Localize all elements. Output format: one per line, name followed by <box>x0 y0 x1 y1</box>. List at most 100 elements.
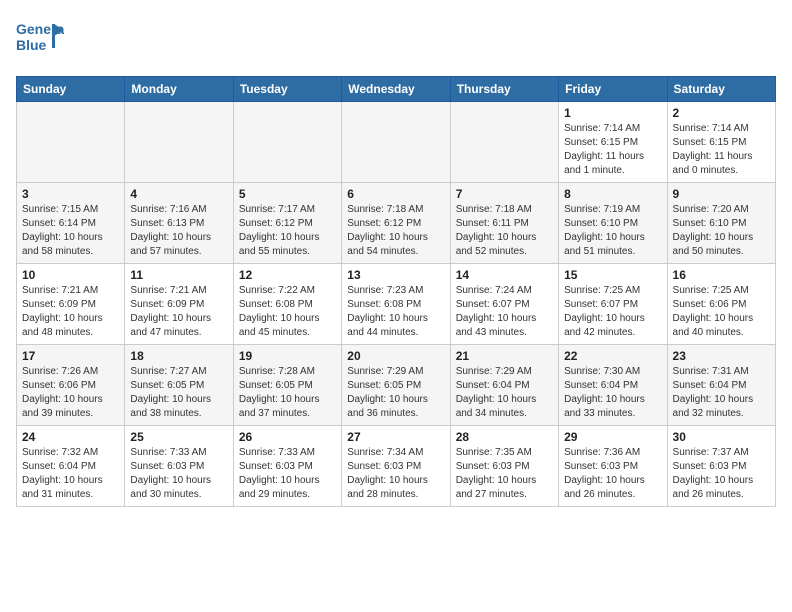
day-number: 6 <box>347 187 444 201</box>
day-info: Sunrise: 7:36 AM Sunset: 6:03 PM Dayligh… <box>564 446 661 502</box>
calendar-cell: 22 Sunrise: 7:30 AM Sunset: 6:04 PM Dayli… <box>559 345 667 426</box>
calendar-week-row: 3Sunrise: 7:15 AM Sunset: 6:14 PM Daylig… <box>17 183 776 264</box>
calendar-cell <box>450 102 558 183</box>
day-number: 12 <box>239 268 336 282</box>
weekday-header-saturday: Saturday <box>667 77 775 102</box>
calendar-cell: 2 Sunrise: 7:14 AM Sunset: 6:15 PM Daylig… <box>667 102 775 183</box>
calendar-cell: 21Sunrise: 7:29 AM Sunset: 6:04 PM Dayli… <box>450 345 558 426</box>
day-info: Sunrise: 7:22 AM Sunset: 6:08 PM Dayligh… <box>239 284 336 340</box>
day-info: Sunrise: 7:14 AM Sunset: 6:15 PM Dayligh… <box>564 122 661 178</box>
calendar-cell: 25 Sunrise: 7:33 AM Sunset: 6:03 PM Dayli… <box>125 426 233 507</box>
weekday-header-sunday: Sunday <box>17 77 125 102</box>
day-number: 25 <box>130 430 227 444</box>
calendar-cell: 10Sunrise: 7:21 AM Sunset: 6:09 PM Dayli… <box>17 264 125 345</box>
weekday-header-tuesday: Tuesday <box>233 77 341 102</box>
calendar-cell: 14Sunrise: 7:24 AM Sunset: 6:07 PM Dayli… <box>450 264 558 345</box>
day-number: 18 <box>130 349 227 363</box>
calendar-cell: 11 Sunrise: 7:21 AM Sunset: 6:09 PM Dayli… <box>125 264 233 345</box>
weekday-header-monday: Monday <box>125 77 233 102</box>
day-number: 10 <box>22 268 119 282</box>
calendar-cell: 1 Sunrise: 7:14 AM Sunset: 6:15 PM Daylig… <box>559 102 667 183</box>
calendar-cell: 18 Sunrise: 7:27 AM Sunset: 6:05 PM Dayli… <box>125 345 233 426</box>
calendar-cell: 12 Sunrise: 7:22 AM Sunset: 6:08 PM Dayli… <box>233 264 341 345</box>
logo: General Blue <box>16 16 64 64</box>
day-info: Sunrise: 7:18 AM Sunset: 6:12 PM Dayligh… <box>347 203 444 259</box>
day-info: Sunrise: 7:35 AM Sunset: 6:03 PM Dayligh… <box>456 446 553 502</box>
day-info: Sunrise: 7:20 AM Sunset: 6:10 PM Dayligh… <box>673 203 770 259</box>
day-info: Sunrise: 7:27 AM Sunset: 6:05 PM Dayligh… <box>130 365 227 421</box>
day-info: Sunrise: 7:25 AM Sunset: 6:06 PM Dayligh… <box>673 284 770 340</box>
day-info: Sunrise: 7:16 AM Sunset: 6:13 PM Dayligh… <box>130 203 227 259</box>
day-info: Sunrise: 7:24 AM Sunset: 6:07 PM Dayligh… <box>456 284 553 340</box>
calendar-cell: 7 Sunrise: 7:18 AM Sunset: 6:11 PM Daylig… <box>450 183 558 264</box>
calendar-cell <box>17 102 125 183</box>
day-number: 9 <box>673 187 770 201</box>
day-info: Sunrise: 7:14 AM Sunset: 6:15 PM Dayligh… <box>673 122 770 178</box>
weekday-header-thursday: Thursday <box>450 77 558 102</box>
day-number: 29 <box>564 430 661 444</box>
day-info: Sunrise: 7:32 AM Sunset: 6:04 PM Dayligh… <box>22 446 119 502</box>
day-info: Sunrise: 7:31 AM Sunset: 6:04 PM Dayligh… <box>673 365 770 421</box>
day-number: 1 <box>564 106 661 120</box>
calendar-cell: 6 Sunrise: 7:18 AM Sunset: 6:12 PM Daylig… <box>342 183 450 264</box>
day-number: 7 <box>456 187 553 201</box>
day-info: Sunrise: 7:33 AM Sunset: 6:03 PM Dayligh… <box>130 446 227 502</box>
day-number: 24 <box>22 430 119 444</box>
day-info: Sunrise: 7:17 AM Sunset: 6:12 PM Dayligh… <box>239 203 336 259</box>
day-number: 11 <box>130 268 227 282</box>
day-info: Sunrise: 7:19 AM Sunset: 6:10 PM Dayligh… <box>564 203 661 259</box>
day-number: 26 <box>239 430 336 444</box>
day-info: Sunrise: 7:28 AM Sunset: 6:05 PM Dayligh… <box>239 365 336 421</box>
day-info: Sunrise: 7:21 AM Sunset: 6:09 PM Dayligh… <box>130 284 227 340</box>
day-number: 17 <box>22 349 119 363</box>
calendar-cell: 3Sunrise: 7:15 AM Sunset: 6:14 PM Daylig… <box>17 183 125 264</box>
day-number: 22 <box>564 349 661 363</box>
calendar-cell: 23 Sunrise: 7:31 AM Sunset: 6:04 PM Dayli… <box>667 345 775 426</box>
day-number: 27 <box>347 430 444 444</box>
calendar-cell: 29 Sunrise: 7:36 AM Sunset: 6:03 PM Dayli… <box>559 426 667 507</box>
calendar-cell: 28 Sunrise: 7:35 AM Sunset: 6:03 PM Dayli… <box>450 426 558 507</box>
calendar-week-row: 10 Sunrise: 7:21 AM Sunset: 6:09 PM Dayli… <box>17 264 776 345</box>
weekday-header-wednesday: Wednesday <box>342 77 450 102</box>
day-number: 28 <box>456 430 553 444</box>
day-info: Sunrise: 7:18 AM Sunset: 6:11 PM Dayligh… <box>456 203 553 259</box>
day-number: 23 <box>673 349 770 363</box>
calendar-cell <box>342 102 450 183</box>
calendar-table: SundayMondayTuesdayWednesdayThursdayFrid… <box>16 76 776 507</box>
calendar-cell <box>233 102 341 183</box>
day-info: Sunrise: 7:33 AM Sunset: 6:03 PM Dayligh… <box>239 446 336 502</box>
day-info: Sunrise: 7:29 AM Sunset: 6:05 PM Dayligh… <box>347 365 444 421</box>
day-number: 8 <box>564 187 661 201</box>
day-number: 3 <box>22 187 119 201</box>
calendar-week-row: 24 Sunrise: 7:32 AM Sunset: 6:04 PM Dayli… <box>17 426 776 507</box>
day-number: 21 <box>456 349 553 363</box>
svg-text:Blue: Blue <box>16 37 47 53</box>
logo-icon: General Blue <box>16 16 64 64</box>
day-info: Sunrise: 7:23 AM Sunset: 6:08 PM Dayligh… <box>347 284 444 340</box>
calendar-week-row: 17 Sunrise: 7:26 AM Sunset: 6:06 PM Dayli… <box>17 345 776 426</box>
day-number: 5 <box>239 187 336 201</box>
calendar-cell: 19Sunrise: 7:28 AM Sunset: 6:05 PM Dayli… <box>233 345 341 426</box>
calendar-cell: 15Sunrise: 7:25 AM Sunset: 6:07 PM Dayli… <box>559 264 667 345</box>
day-info: Sunrise: 7:25 AM Sunset: 6:07 PM Dayligh… <box>564 284 661 340</box>
day-number: 4 <box>130 187 227 201</box>
day-number: 16 <box>673 268 770 282</box>
calendar-cell: 20Sunrise: 7:29 AM Sunset: 6:05 PM Dayli… <box>342 345 450 426</box>
day-info: Sunrise: 7:26 AM Sunset: 6:06 PM Dayligh… <box>22 365 119 421</box>
weekday-header-friday: Friday <box>559 77 667 102</box>
weekday-header-row: SundayMondayTuesdayWednesdayThursdayFrid… <box>17 77 776 102</box>
page-header: General Blue <box>16 16 776 64</box>
day-info: Sunrise: 7:30 AM Sunset: 6:04 PM Dayligh… <box>564 365 661 421</box>
day-number: 13 <box>347 268 444 282</box>
calendar-week-row: 1 Sunrise: 7:14 AM Sunset: 6:15 PM Daylig… <box>17 102 776 183</box>
calendar-cell <box>125 102 233 183</box>
calendar-cell: 13 Sunrise: 7:23 AM Sunset: 6:08 PM Dayli… <box>342 264 450 345</box>
calendar-cell: 30Sunrise: 7:37 AM Sunset: 6:03 PM Dayli… <box>667 426 775 507</box>
calendar-cell: 26 Sunrise: 7:33 AM Sunset: 6:03 PM Dayli… <box>233 426 341 507</box>
calendar-cell: 4 Sunrise: 7:16 AM Sunset: 6:13 PM Daylig… <box>125 183 233 264</box>
calendar-cell: 8 Sunrise: 7:19 AM Sunset: 6:10 PM Daylig… <box>559 183 667 264</box>
day-number: 2 <box>673 106 770 120</box>
calendar-cell: 9 Sunrise: 7:20 AM Sunset: 6:10 PM Daylig… <box>667 183 775 264</box>
calendar-cell: 24 Sunrise: 7:32 AM Sunset: 6:04 PM Dayli… <box>17 426 125 507</box>
calendar-cell: 5 Sunrise: 7:17 AM Sunset: 6:12 PM Daylig… <box>233 183 341 264</box>
